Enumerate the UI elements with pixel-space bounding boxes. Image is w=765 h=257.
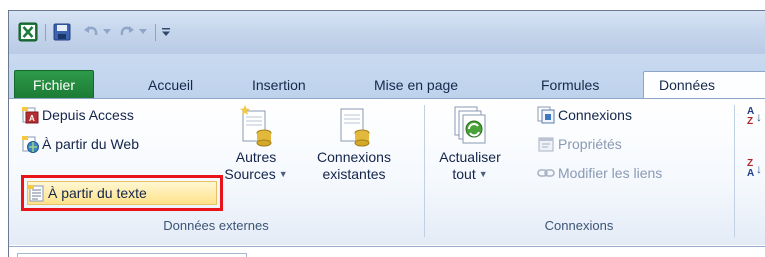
svg-text:A: A [29, 114, 35, 123]
other-sources-label-2: Sources [224, 166, 276, 182]
group-label-external-data: Données externes [163, 218, 269, 233]
from-access-label: Depuis Access [42, 107, 134, 123]
tab-formulas[interactable]: Formules [541, 71, 599, 98]
tab-data[interactable]: Données [643, 71, 765, 98]
chevron-down-icon: ▼ [278, 169, 288, 179]
other-sources-button[interactable]: Autres Sources ▼ [221, 105, 291, 183]
web-page-icon [21, 135, 39, 153]
group-separator [734, 105, 735, 237]
existing-connections-icon [337, 105, 371, 147]
sort-z-to-a-button[interactable]: Z A ↓ [747, 159, 765, 187]
qat-separator [45, 24, 46, 41]
undo-icon[interactable] [81, 22, 101, 42]
from-web-button[interactable]: À partir du Web [21, 133, 139, 155]
formula-bar-area [9, 246, 765, 257]
edit-links-button[interactable]: Modifier les liens [537, 162, 662, 184]
existing-connections-button[interactable]: Connexions existantes [311, 105, 397, 183]
tab-home[interactable]: Accueil [148, 71, 193, 98]
arrow-down-icon: ↓ [756, 162, 762, 176]
save-icon[interactable] [51, 22, 73, 42]
refresh-all-button[interactable]: Actualiser tout ▼ [431, 105, 509, 183]
tab-page-layout[interactable]: Mise en page [374, 71, 458, 98]
other-sources-icon [239, 105, 273, 147]
redo-dropdown-icon[interactable] [137, 22, 149, 42]
chain-link-icon [537, 164, 555, 182]
excel-window: Fichier Accueil Insertion Mise en page F… [8, 10, 765, 257]
connections-label: Connexions [558, 107, 632, 123]
ribbon-tab-strip: Fichier Accueil Insertion Mise en page F… [9, 54, 765, 99]
connections-button[interactable]: Connexions [537, 104, 632, 126]
sort-a-to-z-button[interactable]: A Z ↓ [747, 107, 765, 135]
title-bar [9, 11, 765, 54]
edit-links-label: Modifier les liens [558, 165, 663, 181]
undo-dropdown-icon[interactable] [101, 22, 113, 42]
text-file-icon [27, 184, 45, 202]
properties-button[interactable]: Propriétés [537, 133, 622, 155]
excel-logo-icon[interactable] [17, 22, 39, 42]
arrow-down-icon: ↓ [756, 110, 762, 124]
properties-label: Propriétés [558, 136, 622, 152]
existing-connections-label-1: Connexions [317, 149, 391, 165]
other-sources-label-1: Autres [235, 149, 277, 165]
tab-file[interactable]: Fichier [14, 70, 94, 99]
refresh-icon [453, 105, 487, 145]
existing-connections-label-2: existantes [322, 166, 386, 182]
group-label-connections: Connexions [544, 218, 614, 233]
properties-icon [537, 135, 555, 153]
customize-qat-icon[interactable] [159, 22, 173, 42]
chevron-down-icon: ▼ [478, 169, 488, 179]
name-box[interactable] [17, 253, 247, 257]
refresh-all-label-2: tout [452, 166, 476, 182]
access-database-icon: A [21, 106, 39, 124]
tab-insert[interactable]: Insertion [252, 71, 306, 98]
qat-separator [155, 24, 156, 41]
from-web-label: À partir du Web [42, 136, 140, 152]
ribbon-data-tab-content: A Depuis Access À partir du Web À partir… [9, 98, 765, 245]
from-text-button[interactable]: À partir du texte [27, 182, 147, 204]
connections-icon [537, 106, 555, 124]
from-access-button[interactable]: A Depuis Access [21, 104, 134, 126]
refresh-all-label-1: Actualiser [439, 149, 501, 165]
from-text-label: À partir du texte [48, 185, 147, 201]
redo-icon[interactable] [117, 22, 137, 42]
